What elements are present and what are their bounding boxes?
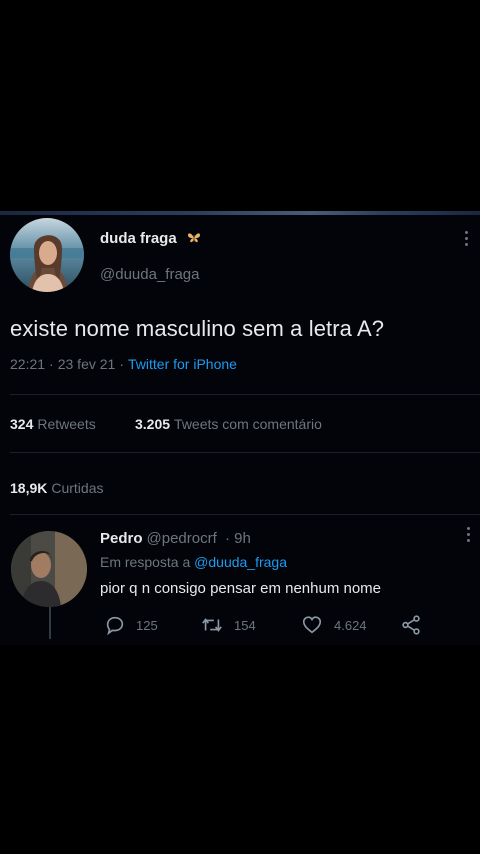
quote-tweets-label: Tweets com comentário bbox=[174, 416, 322, 432]
more-vertical-icon[interactable] bbox=[467, 527, 471, 545]
retweet-count: 154 bbox=[234, 617, 256, 633]
reply-author-avatar[interactable] bbox=[11, 531, 87, 607]
reply-age: · 9h bbox=[224, 530, 251, 547]
reply-actions: 125 154 4.624 bbox=[100, 614, 440, 638]
retweet-icon bbox=[202, 618, 222, 632]
replying-to: Em resposta a @duuda_fraga bbox=[100, 554, 287, 570]
retweets-count: 324 bbox=[10, 416, 34, 432]
likes-stat[interactable]: 18,9K Curtidas bbox=[10, 480, 104, 496]
divider bbox=[10, 394, 480, 395]
reply-author-handle[interactable]: @pedrocrf bbox=[147, 530, 217, 547]
share-action[interactable] bbox=[400, 614, 432, 636]
reply-icon bbox=[106, 616, 124, 636]
butterfly-emoji-icon bbox=[187, 231, 201, 248]
quote-tweets-stat[interactable]: 3.205 Tweets com comentário bbox=[135, 416, 322, 432]
meta-separator: · bbox=[49, 356, 54, 372]
reply-text: pior q n consigo pensar em nenhum nome bbox=[100, 580, 382, 597]
share-icon bbox=[402, 615, 420, 635]
tweet-source-link[interactable]: Twitter for iPhone bbox=[128, 356, 237, 372]
retweet-action[interactable]: 154 bbox=[200, 614, 256, 636]
tweet-date: 23 fev 21 bbox=[57, 356, 116, 372]
reply-header: Pedro @pedrocrf · 9h bbox=[100, 530, 251, 547]
thread-line bbox=[49, 607, 51, 639]
screen: duda fraga @duuda_fraga existe nome masc… bbox=[0, 0, 480, 854]
author-name[interactable]: duda fraga bbox=[100, 230, 201, 248]
author-avatar[interactable] bbox=[10, 218, 84, 292]
reply-author-name[interactable]: Pedro bbox=[100, 530, 143, 547]
meta-separator: · bbox=[119, 356, 124, 372]
more-vertical-icon[interactable] bbox=[465, 231, 469, 249]
quote-tweets-count: 3.205 bbox=[135, 416, 171, 432]
reply-action[interactable]: 125 bbox=[104, 614, 158, 636]
tweet-time: 22:21 bbox=[10, 356, 46, 372]
author-name-text: duda fraga bbox=[100, 230, 177, 247]
like-count: 4.624 bbox=[334, 617, 367, 633]
reply-count: 125 bbox=[136, 617, 158, 633]
divider bbox=[10, 452, 480, 453]
heart-icon bbox=[302, 616, 322, 634]
replying-to-mention[interactable]: @duuda_fraga bbox=[194, 554, 287, 570]
retweets-stat[interactable]: 324 Retweets bbox=[10, 416, 96, 432]
tweet-text: existe nome masculino sem a letra A? bbox=[10, 316, 385, 341]
like-action[interactable]: 4.624 bbox=[300, 614, 367, 636]
author-handle[interactable]: @duuda_fraga bbox=[100, 266, 199, 283]
likes-count: 18,9K bbox=[10, 480, 48, 496]
tweet-meta: 22:21 · 23 fev 21 · Twitter for iPhone bbox=[10, 356, 237, 372]
divider bbox=[10, 514, 480, 515]
replying-to-prefix: Em resposta a bbox=[100, 554, 191, 570]
likes-label: Curtidas bbox=[51, 480, 104, 496]
retweets-label: Retweets bbox=[37, 416, 96, 432]
